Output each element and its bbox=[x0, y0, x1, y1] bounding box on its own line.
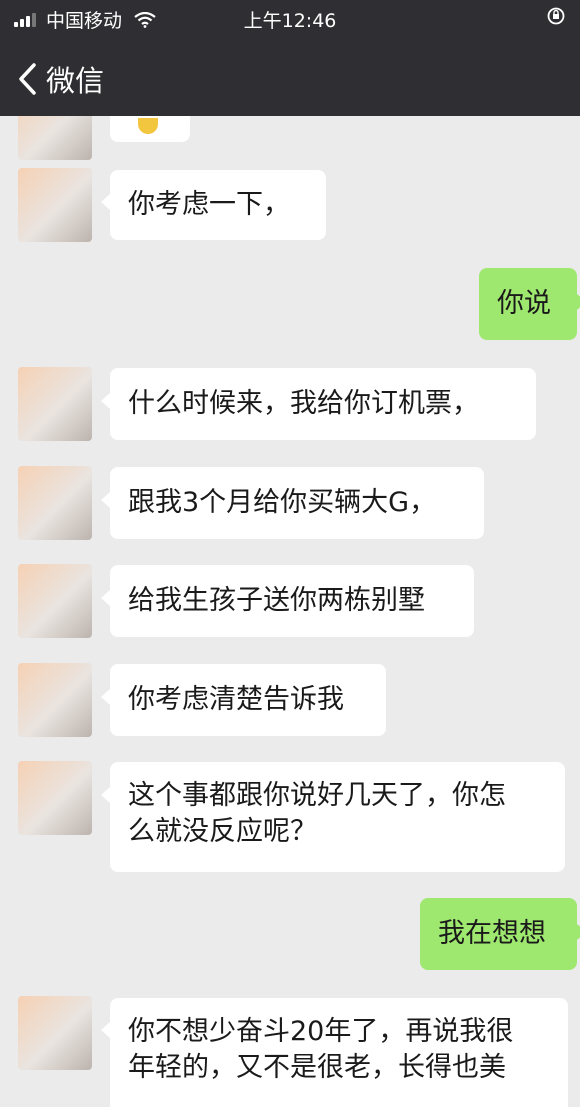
message-bubble[interactable]: 你不想少奋斗20年了，再说我很 年轻的，又不是很老，长得也美 bbox=[110, 998, 568, 1107]
back-label: 微信 bbox=[46, 64, 105, 98]
message-bubble[interactable]: 我在想想 bbox=[420, 898, 577, 970]
status-bar: 中国移动 上午12:46 bbox=[0, 0, 580, 36]
rotation-lock-icon bbox=[547, 7, 565, 25]
status-time: 上午12:46 bbox=[243, 10, 337, 32]
avatar[interactable] bbox=[18, 466, 92, 540]
message-bubble[interactable]: 你说 bbox=[479, 268, 577, 340]
avatar[interactable] bbox=[18, 168, 92, 242]
avatar[interactable] bbox=[18, 564, 92, 638]
chat-area[interactable]: 你考虑一下， 你说 什么时候来，我给你订机票， 跟我3个月给你买辆大G， 给我生… bbox=[0, 116, 580, 1107]
back-button[interactable]: 微信 bbox=[16, 58, 104, 100]
message-bubble[interactable]: 这个事都跟你说好几天了，你怎 么就没反应呢？ bbox=[110, 762, 565, 872]
emoji-icon bbox=[138, 118, 158, 134]
avatar[interactable] bbox=[18, 367, 92, 441]
avatar[interactable] bbox=[18, 996, 92, 1070]
message-bubble[interactable]: 跟我3个月给你买辆大G， bbox=[110, 467, 484, 539]
message-bubble[interactable]: 给我生孩子送你两栋别墅 bbox=[110, 565, 474, 637]
message-bubble[interactable]: 什么时候来，我给你订机票， bbox=[110, 368, 536, 440]
avatar[interactable] bbox=[18, 761, 92, 835]
message-bubble[interactable]: 你考虑一下， bbox=[110, 170, 326, 240]
chevron-left-icon bbox=[19, 63, 36, 95]
avatar[interactable] bbox=[18, 663, 92, 737]
nav-bar: 微信 bbox=[0, 36, 580, 116]
message-bubble[interactable]: 你考虑清楚告诉我 bbox=[110, 664, 386, 736]
message-bubble[interactable] bbox=[110, 116, 190, 142]
avatar[interactable] bbox=[18, 116, 92, 160]
